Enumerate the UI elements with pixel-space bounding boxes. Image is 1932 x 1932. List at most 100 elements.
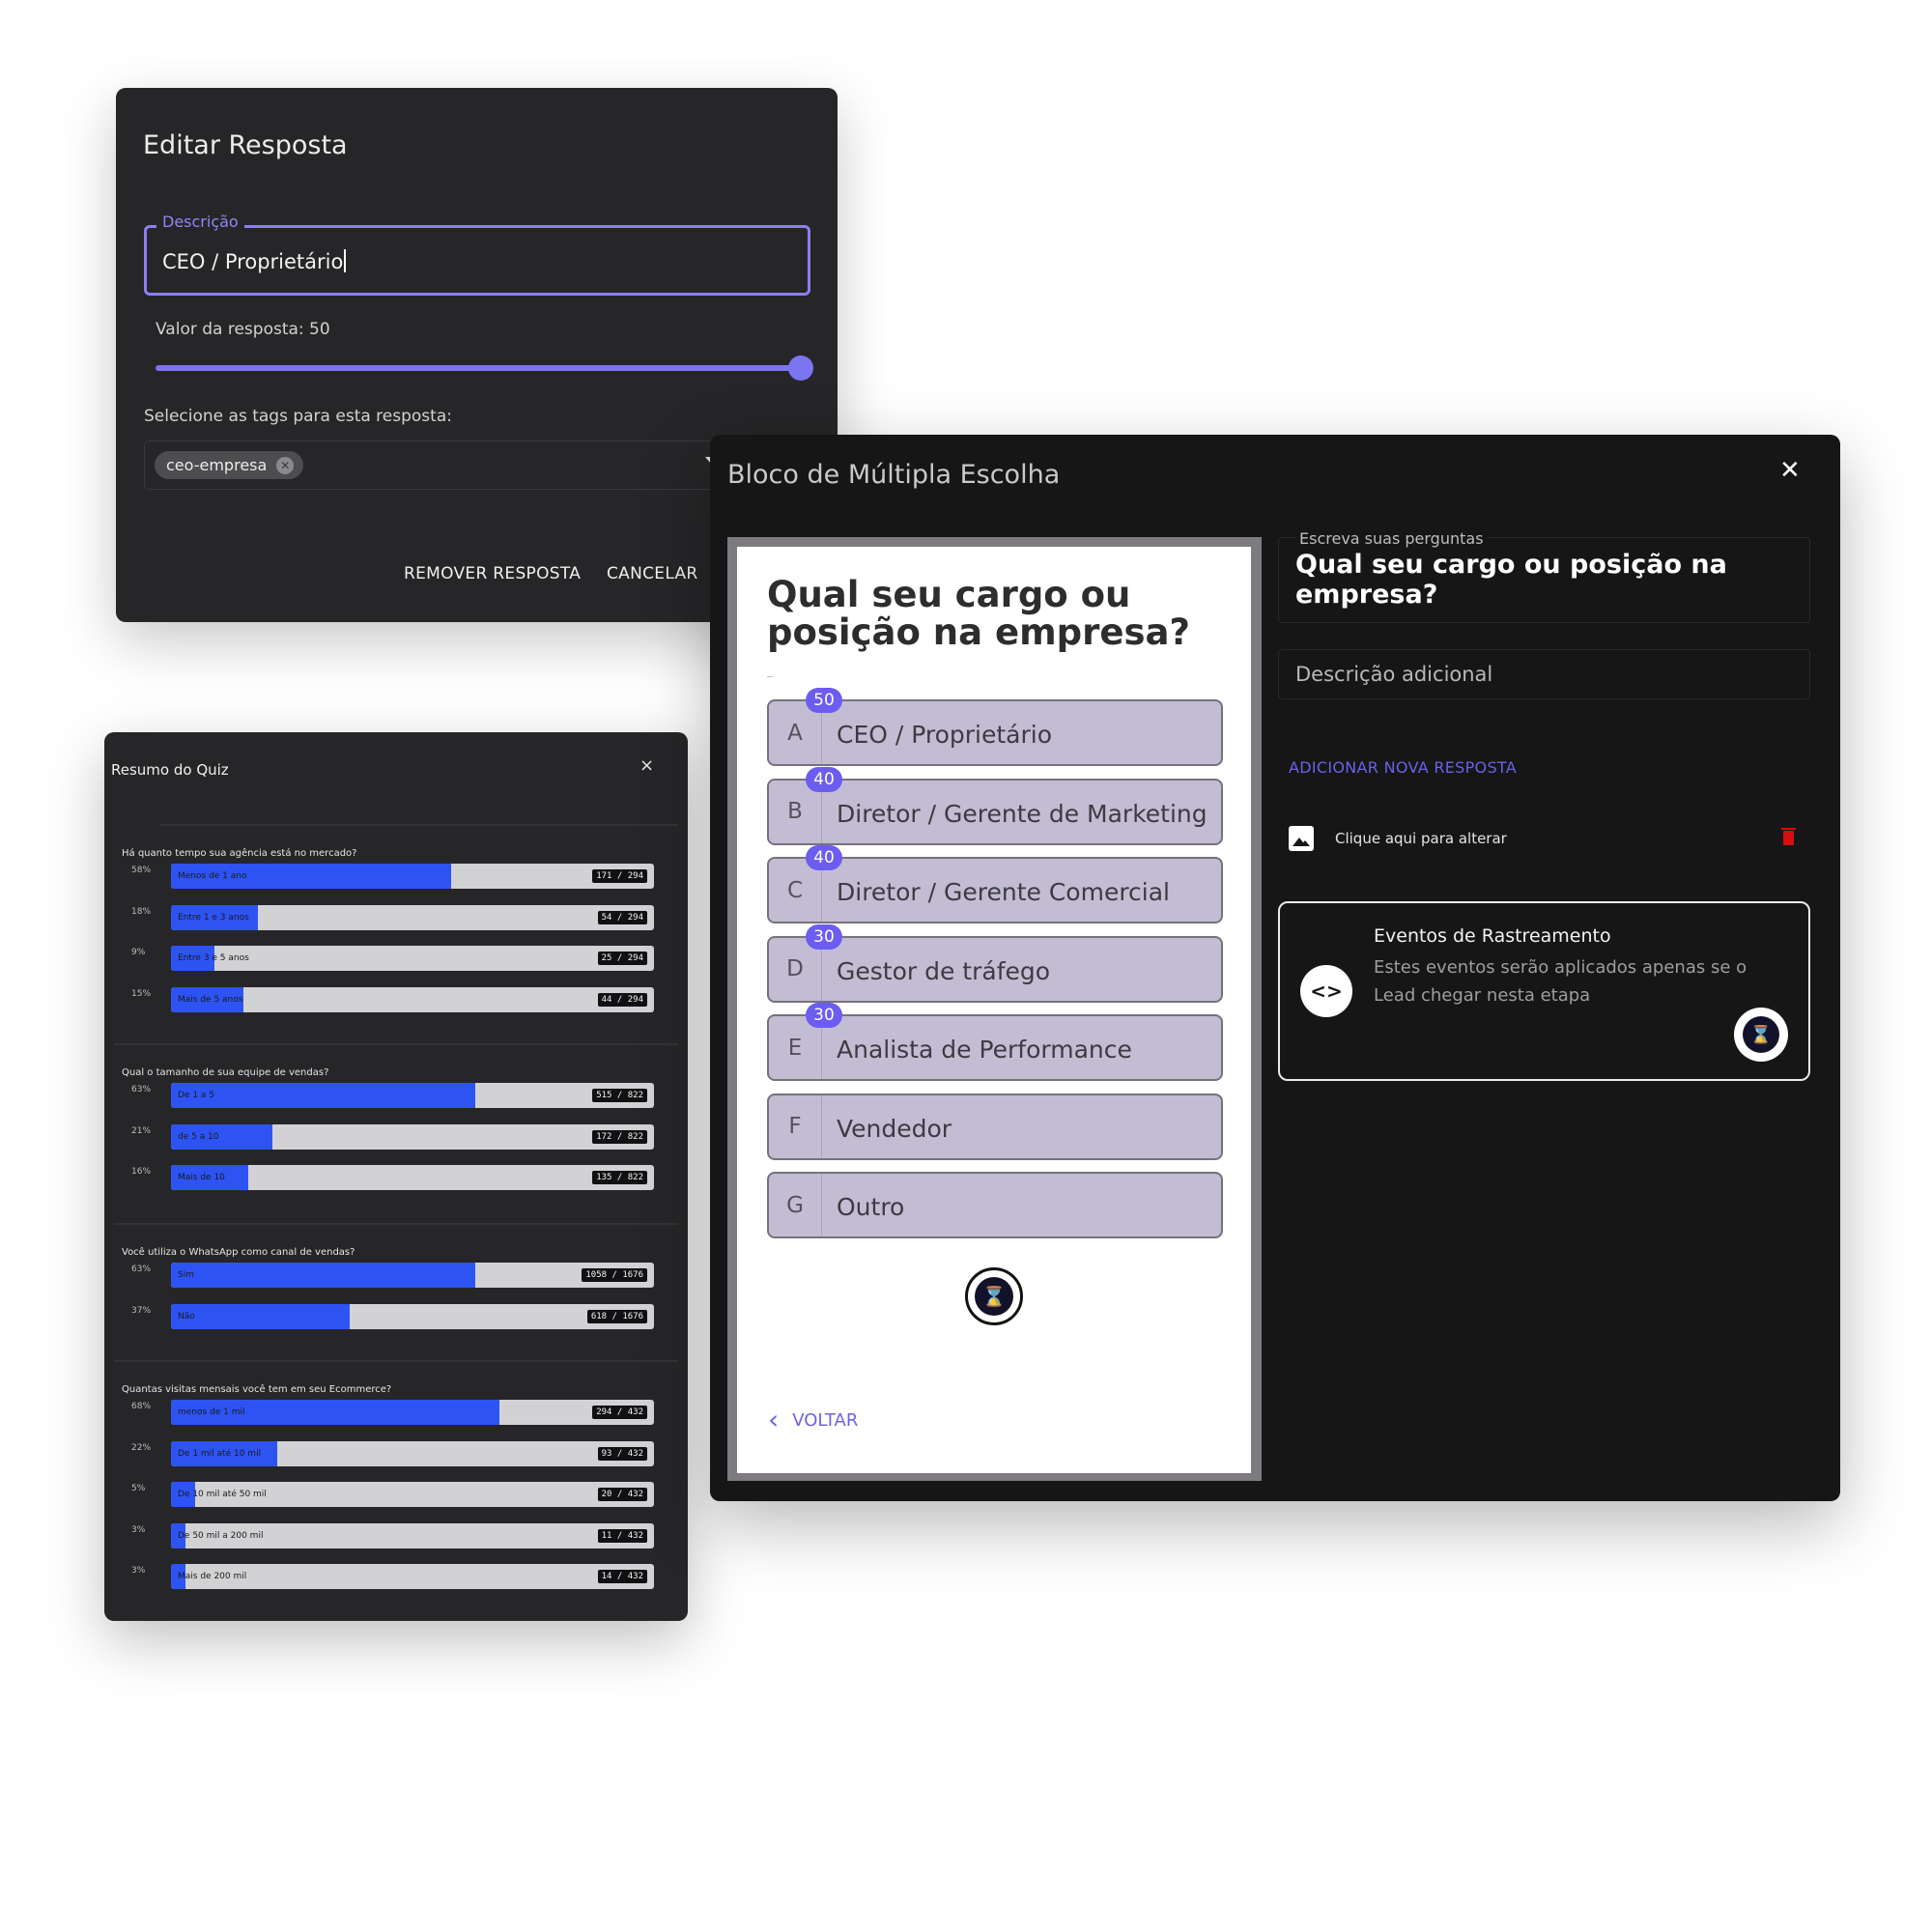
- close-icon[interactable]: ✕: [1779, 456, 1801, 485]
- option-count: 294 / 432: [592, 1406, 647, 1419]
- image-icon: [1289, 826, 1314, 851]
- answer-value-badge: 40: [806, 845, 842, 870]
- option-label: menos de 1 mil: [178, 1407, 245, 1417]
- option-label: Entre 1 e 3 anos: [178, 912, 249, 923]
- section-divider: [114, 1043, 678, 1045]
- option-label: Mais de 200 mil: [178, 1572, 247, 1581]
- quiz-summary-title: Resumo do Quiz: [111, 761, 229, 779]
- option-bar: Entre 3 e 5 anos 25 / 294: [171, 946, 654, 971]
- brand-logo-icon: ⌛: [1734, 1008, 1788, 1062]
- tracking-events-card[interactable]: <> Eventos de Rastreamento Estes eventos…: [1278, 901, 1810, 1081]
- option-bar: Mais de 5 anos 44 / 294: [171, 986, 654, 1012]
- option-count: 14 / 432: [597, 1570, 647, 1583]
- additional-description-field[interactable]: Descrição adicional: [1278, 649, 1810, 699]
- answer-text: CEO / Proprietário: [837, 721, 1053, 749]
- tag-chip: ceo-empresa ✕: [155, 451, 304, 479]
- back-label: VOLTAR: [792, 1409, 859, 1431]
- tags-label: Selecione as tags para esta resposta:: [144, 407, 452, 426]
- answer-text: Analista de Performance: [837, 1036, 1132, 1064]
- answer-option-f[interactable]: F Vendedor: [767, 1093, 1223, 1160]
- answer-option-b[interactable]: B Diretor / Gerente de Marketing 40: [767, 766, 1223, 845]
- answer-option-c[interactable]: C Diretor / Gerente Comercial 40: [767, 845, 1223, 923]
- answer-text: Outro: [837, 1193, 905, 1221]
- answer-value-badge: 30: [806, 923, 842, 950]
- chevron-left-icon: ‹: [768, 1404, 780, 1435]
- quiz-question: Qual o tamanho de sua equipe de vendas?: [122, 1067, 329, 1078]
- option-label: Entre 3 e 5 anos: [178, 953, 249, 963]
- tracking-description: Estes eventos serão aplicados apenas se …: [1374, 957, 1747, 1006]
- option-bar: Mais de 200 mil 14 / 432: [171, 1564, 654, 1589]
- remove-answer-button[interactable]: REMOVER RESPOSTA: [404, 564, 581, 583]
- option-percent: 18%: [131, 906, 152, 917]
- question-field[interactable]: Escreva suas perguntas Qual seu cargo ou…: [1278, 529, 1810, 623]
- dialog-title: Editar Resposta: [143, 130, 348, 160]
- description-placeholder: Descrição adicional: [1295, 663, 1493, 686]
- answer-option-a[interactable]: A CEO / Proprietário 50: [767, 688, 1223, 766]
- option-percent: 37%: [131, 1305, 152, 1316]
- option-label: De 10 mil até 50 mil: [178, 1490, 267, 1499]
- option-bar: Entre 1 e 3 anos 54 / 294: [171, 904, 654, 930]
- answer-value-slider-track[interactable]: [156, 365, 801, 371]
- option-bar: De 50 mil a 200 mil 11 / 432: [171, 1522, 654, 1548]
- description-field[interactable]: Descrição CEO / Proprietário: [144, 213, 810, 296]
- answer-option-e[interactable]: E Analista de Performance 30: [767, 1003, 1223, 1081]
- answer-option-g[interactable]: G Outro: [767, 1172, 1223, 1238]
- answer-value-slider-thumb[interactable]: [788, 355, 813, 381]
- add-answer-button[interactable]: ADICIONAR NOVA RESPOSTA: [1289, 758, 1517, 777]
- option-count: 54 / 294: [597, 910, 647, 924]
- answer-text: Vendedor: [837, 1114, 952, 1143]
- block-title: Bloco de Múltipla Escolha: [727, 460, 1061, 490]
- answer-value-label: Valor da resposta: 50: [156, 320, 330, 339]
- option-percent: 16%: [131, 1167, 152, 1177]
- option-percent: 21%: [131, 1125, 152, 1136]
- tracking-title: Eventos de Rastreamento: [1374, 925, 1611, 947]
- option-percent: 63%: [131, 1085, 152, 1094]
- question-field-label: Escreva suas perguntas: [1295, 529, 1488, 548]
- option-label: Menos de 1 ano: [178, 871, 247, 881]
- option-label: Mais de 10: [178, 1173, 225, 1182]
- option-label: Não: [178, 1311, 195, 1321]
- trash-icon[interactable]: [1781, 828, 1796, 845]
- preview-screen: Qual seu cargo ou posição na empresa? AC…: [737, 547, 1251, 1473]
- option-percent: 15%: [131, 988, 152, 999]
- answer-text: Gestor de tráfego: [837, 956, 1051, 985]
- option-bar-fill: [171, 1303, 350, 1329]
- quiz-question: Você utiliza o WhatsApp como canal de ve…: [122, 1247, 355, 1258]
- remove-tag-icon[interactable]: ✕: [276, 456, 295, 474]
- option-label: De 1 mil até 10 mil: [178, 1448, 262, 1459]
- option-count: 1058 / 1676: [582, 1268, 647, 1282]
- answer-option-d[interactable]: D Gestor de tráfego 30: [767, 923, 1223, 1003]
- option-count: 618 / 1676: [586, 1309, 647, 1323]
- brand-logo-icon: ⌛: [965, 1267, 1023, 1325]
- option-percent: 68%: [131, 1402, 152, 1411]
- cancel-button[interactable]: CANCELAR: [607, 564, 698, 583]
- close-icon[interactable]: ×: [639, 755, 654, 776]
- back-button[interactable]: ‹ VOLTAR: [768, 1406, 858, 1434]
- option-count: 93 / 432: [597, 1446, 647, 1461]
- option-count: 135 / 822: [592, 1171, 647, 1184]
- text-caret: [344, 249, 347, 272]
- option-percent: 63%: [131, 1264, 152, 1274]
- option-percent: 58%: [131, 866, 152, 875]
- description-label: Descrição: [156, 213, 244, 231]
- option-bar-fill: [171, 1263, 475, 1288]
- answer-text: Diretor / Gerente de Marketing: [837, 799, 1208, 828]
- option-label: De 1 a 5: [178, 1091, 215, 1100]
- option-count: 20 / 432: [597, 1488, 647, 1501]
- option-label: de 5 a 10: [178, 1131, 219, 1142]
- description-input[interactable]: CEO / Proprietário: [162, 249, 347, 273]
- option-percent: 3%: [131, 1524, 146, 1535]
- option-label: Sim: [178, 1270, 194, 1280]
- option-count: 172 / 822: [592, 1129, 647, 1144]
- option-bar: Mais de 10 135 / 822: [171, 1165, 654, 1190]
- question-input[interactable]: Qual seu cargo ou posição na empresa?: [1295, 550, 1778, 610]
- quiz-question: Quantas visitas mensais você tem em seu …: [122, 1384, 392, 1395]
- option-bar: De 1 a 5 515 / 822: [171, 1083, 654, 1108]
- option-bar: Menos de 1 ano 171 / 294: [171, 864, 654, 889]
- answer-letter: F: [769, 1094, 822, 1158]
- option-bar-fill: [171, 1083, 475, 1108]
- tag-chip-label: ceo-empresa: [166, 456, 268, 474]
- option-percent: 22%: [131, 1442, 152, 1453]
- multiple-choice-block-dialog: Bloco de Múltipla Escolha ✕ Qual seu car…: [710, 435, 1840, 1501]
- change-image-button[interactable]: Clique aqui para alterar: [1289, 826, 1507, 851]
